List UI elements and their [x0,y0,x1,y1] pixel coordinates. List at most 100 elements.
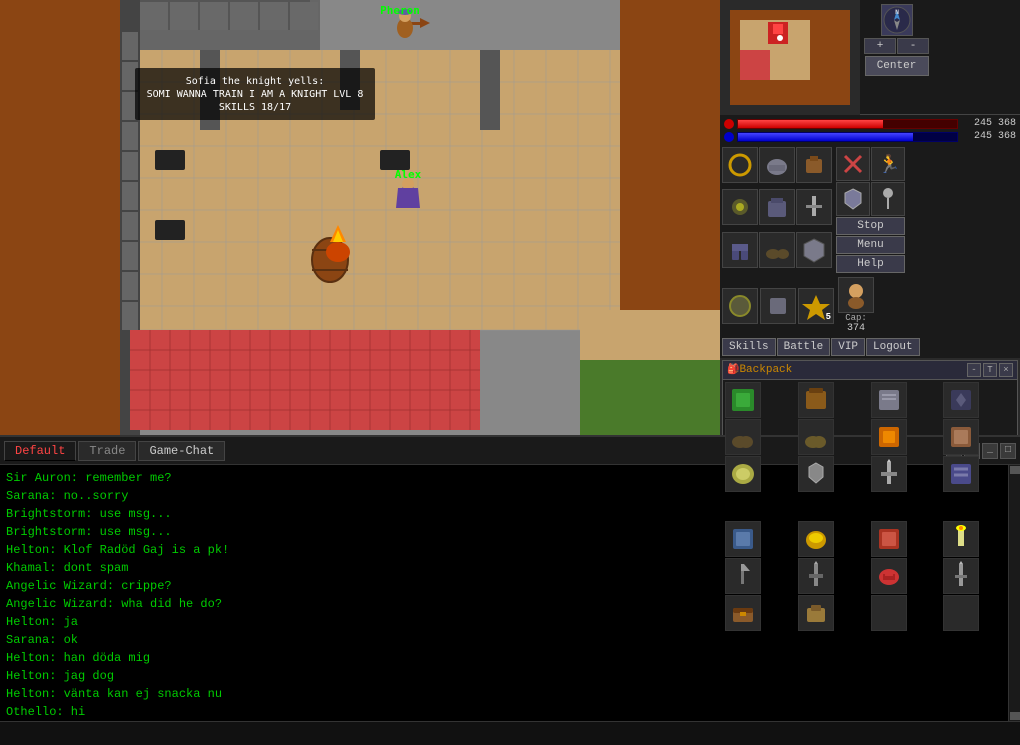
chat-message-11: Helton: jag dog [6,667,1002,685]
combat-icon[interactable] [836,147,870,181]
backpack-slot[interactable] [796,147,832,183]
chat-tab-default[interactable]: Default [4,441,76,461]
logout-tab[interactable]: Logout [866,338,920,356]
svg-text:Pheron: Pheron [380,4,420,17]
extra-slot-2[interactable] [760,288,796,324]
run-icon[interactable]: 🏃 [871,147,905,181]
chat-message-9: Sarana: ok [6,631,1002,649]
backpack-close[interactable]: × [999,363,1013,377]
backpack-controls: - T × [967,363,1013,377]
bag-slot-1[interactable] [798,382,834,418]
bag-slot-8[interactable] [725,456,761,492]
ring-slot[interactable] [722,147,758,183]
legs-slot[interactable] [722,232,758,268]
shield-icon[interactable] [836,182,870,216]
stats-section: 245 368 245 368 [720,115,1020,145]
chest-slot-3[interactable] [943,521,979,557]
follow-icon[interactable] [871,182,905,216]
cap-display: Cap: 374 [838,277,874,334]
armor-slot[interactable] [759,189,795,225]
bag-slot-3[interactable] [943,382,979,418]
bag-slot-0[interactable] [725,382,761,418]
chat-scrollbar[interactable] [1008,465,1020,721]
mana-bar [738,133,913,141]
chat-input-bar [0,721,1020,745]
shield-slot[interactable] [796,232,832,268]
bag-slot-5[interactable] [798,419,834,455]
extra-slot-1[interactable] [722,288,758,324]
chat-minimize-btn[interactable]: _ [982,443,998,459]
help-button[interactable]: Help [836,255,905,273]
bag-slot-7[interactable] [943,419,979,455]
chat-messages: Sir Auron: remember me? Sarana: no..sorr… [0,465,1008,721]
equipment-grid [722,147,832,273]
game-scene: Sofia the knight yells: SOMI WANNA TRAIN… [0,0,720,435]
amulet-slot[interactable] [722,189,758,225]
cap-label: Cap: [845,313,867,323]
chat-message-13: Othello: hi [6,703,1002,721]
center-button[interactable]: Center [865,56,929,76]
bag-slot-10[interactable] [871,456,907,492]
backpack-header: 🎒 Backpack - T × [723,361,1017,380]
backpack-title: Backpack [739,364,967,376]
bag-slot-4[interactable] [725,419,761,455]
ammo-slot[interactable]: 5 [798,288,834,324]
chest-slot-4[interactable] [725,558,761,594]
mana-icon [724,132,734,142]
chat-tab-trade[interactable]: Trade [78,441,136,461]
svg-text:Alex: Alex [395,168,422,181]
chest-slot-2[interactable] [871,521,907,557]
chest-slot-10[interactable] [871,595,907,631]
svg-text:🏃: 🏃 [878,153,900,176]
side-action-buttons: 🏃 Stop Menu Help [836,147,905,273]
weapon-slot[interactable] [796,189,832,225]
chat-tab-game[interactable]: Game-Chat [138,441,225,461]
vip-tab[interactable]: VIP [831,338,865,356]
battle-tab[interactable]: Battle [777,338,831,356]
chest-slot-8[interactable] [725,595,761,631]
cap-value: 374 [847,323,865,334]
chat-message-0: Sir Auron: remember me? [6,469,1002,487]
chest-slot-11[interactable] [943,595,979,631]
hp-bar [738,120,883,128]
skills-tab[interactable]: Skills [722,338,776,356]
menu-button[interactable]: Menu [836,236,905,254]
boots-slot[interactable] [759,232,795,268]
tab-buttons: Skills Battle VIP Logout [720,336,1020,358]
stop-button[interactable]: Stop [836,217,905,235]
backpack-options[interactable]: T [983,363,997,377]
svg-text:SKILLS 18/17: SKILLS 18/17 [219,102,291,113]
minimap-section: N + - Center [720,0,1020,115]
backpack-minimize[interactable]: - [967,363,981,377]
zoom-out-button[interactable]: - [897,38,929,54]
compass-button[interactable]: N [881,4,913,36]
chest-slot-6[interactable] [871,558,907,594]
chest-slot-9[interactable] [798,595,834,631]
minimap[interactable] [720,0,860,115]
chat-input[interactable] [4,727,1016,741]
chest-slot-5[interactable] [798,558,834,594]
chat-tabs: Default Trade Game-Chat × M _ □ [0,437,1020,465]
player-avatar[interactable] [838,277,874,313]
game-viewport: Sofia the knight yells: SOMI WANNA TRAIN… [0,0,720,435]
chat-message-5: Khamal: dont spam [6,559,1002,577]
bag-slot-9[interactable] [798,456,834,492]
chat-message-8: Helton: ja [6,613,1002,631]
chat-expand-btn[interactable]: □ [1000,443,1016,459]
chat-message-2: Brightstorm: use msg... [6,505,1002,523]
helmet-slot[interactable] [759,147,795,183]
right-panel: N + - Center 245 368 [720,0,1020,435]
bag-slot-2[interactable] [871,382,907,418]
chat-message-12: Helton: vänta kan ej snacka nu [6,685,1002,703]
chest-slot-0[interactable] [725,521,761,557]
bag-slot-11[interactable] [943,456,979,492]
chest-slot-1[interactable] [798,521,834,557]
bag-slot-6[interactable] [871,419,907,455]
extra-equip-row: 5 Cap: 374 [720,275,1020,336]
scroll-down-arrow[interactable] [1010,712,1020,720]
svg-text:Sofia the knight yells:: Sofia the knight yells: [186,76,324,87]
zoom-in-button[interactable]: + [864,38,896,54]
chat-message-10: Helton: han döda mig [6,649,1002,667]
chest-slot-7[interactable] [943,558,979,594]
scroll-up-arrow[interactable] [1010,466,1020,474]
